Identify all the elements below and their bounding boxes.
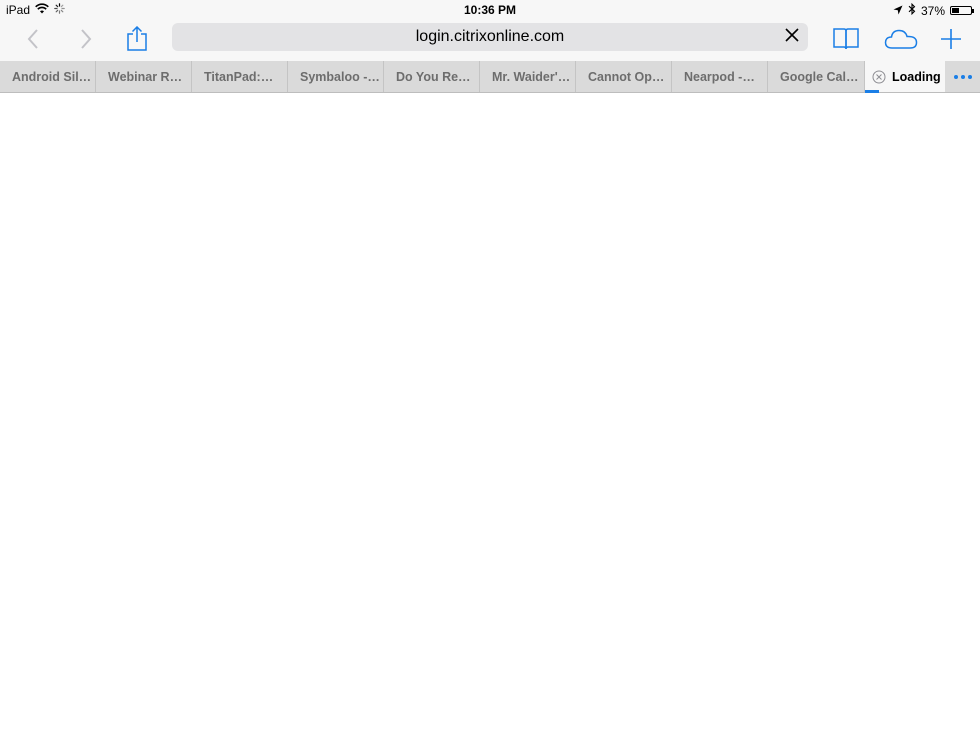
tab-webinar[interactable]: Webinar R…: [96, 61, 192, 92]
bookmarks-icon: [832, 27, 860, 56]
close-tab-icon[interactable]: [872, 70, 886, 84]
tab-google-cal[interactable]: Google Cal…: [768, 61, 865, 92]
address-bar[interactable]: login.citrixonline.com: [172, 23, 808, 51]
tab-nearpod[interactable]: Nearpod -…: [672, 61, 768, 92]
tab-active-loading[interactable]: Loading: [865, 61, 945, 93]
share-icon: [126, 25, 148, 57]
back-button[interactable]: [16, 24, 50, 58]
url-text[interactable]: login.citrixonline.com: [172, 28, 808, 46]
tab-label: Webinar R…: [108, 70, 183, 84]
tab-label: Cannot Op…: [588, 70, 665, 84]
tab-label: Nearpod -…: [684, 70, 755, 84]
battery-fill: [952, 8, 959, 13]
icloud-tabs-icon: [884, 28, 918, 55]
icloud-tabs-button[interactable]: [882, 24, 920, 58]
tab-label: Mr. Waider'…: [492, 70, 571, 84]
forward-icon: [79, 28, 93, 55]
tab-label: Do You Re…: [396, 70, 471, 84]
more-tabs-button[interactable]: [945, 61, 980, 92]
tab-label: TitanPad:…: [204, 70, 274, 84]
tab-label: Symbaloo -…: [300, 70, 380, 84]
tab-symbaloo[interactable]: Symbaloo -…: [288, 61, 384, 92]
tab-mr-waider[interactable]: Mr. Waider'…: [480, 61, 576, 92]
status-right: 37%: [893, 2, 974, 18]
tab-titanpad[interactable]: TitanPad:…: [192, 61, 288, 92]
location-arrow-icon: [893, 4, 903, 18]
battery-icon: [950, 6, 974, 15]
tab-bar: Android Sil… Webinar R… TitanPad:… Symba…: [0, 61, 980, 93]
tab-do-you-re[interactable]: Do You Re…: [384, 61, 480, 92]
tab-android-sil[interactable]: Android Sil…: [0, 61, 96, 92]
tab-label: Loading: [892, 70, 941, 84]
more-tabs-icon: [953, 74, 972, 79]
status-bar: iPad 10:36 PM 37%: [0, 0, 980, 20]
web-content-area[interactable]: [0, 93, 980, 735]
share-button[interactable]: [120, 24, 154, 58]
new-tab-icon: [940, 28, 962, 55]
battery-tip: [972, 8, 974, 13]
tab-label: Google Cal…: [780, 70, 859, 84]
clear-url-icon: [785, 27, 799, 47]
battery-percent: 37%: [920, 3, 945, 18]
browser-toolbar: login.citrixonline.com: [0, 20, 980, 61]
battery-body: [950, 6, 972, 15]
back-icon: [26, 28, 40, 55]
bookmarks-button[interactable]: [829, 24, 863, 58]
bluetooth-icon: [908, 2, 916, 18]
status-time: 10:36 PM: [463, 3, 517, 17]
tab-label: Android Sil…: [12, 70, 92, 84]
tab-cannot-op[interactable]: Cannot Op…: [576, 61, 672, 92]
forward-button[interactable]: [69, 24, 103, 58]
clear-url-button[interactable]: [782, 27, 802, 47]
new-tab-button[interactable]: [934, 24, 968, 58]
